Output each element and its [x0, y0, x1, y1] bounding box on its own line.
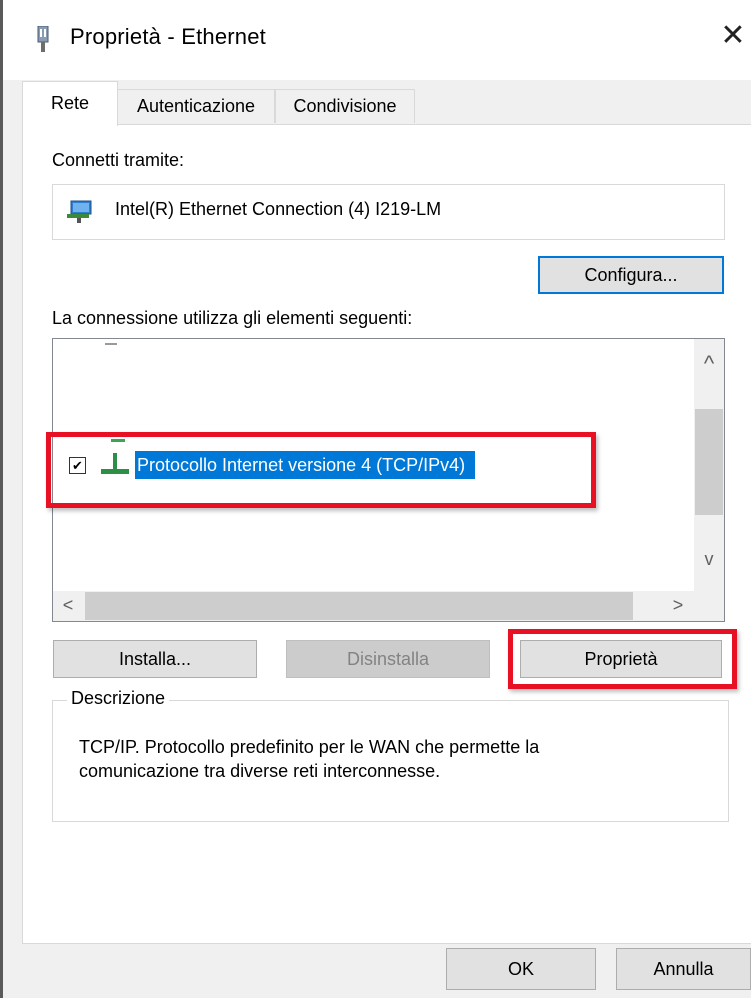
description-legend: Descrizione	[67, 688, 170, 709]
scroll-left-icon[interactable]: <	[53, 595, 83, 616]
vertical-scroll-thumb[interactable]	[695, 409, 723, 515]
tab-autenticazione[interactable]: Autenticazione	[117, 89, 275, 123]
tab-condivisione[interactable]: Condivisione	[275, 89, 415, 123]
window-title: Proprietà - Ethernet	[70, 24, 266, 49]
window-left-edge	[0, 0, 3, 998]
connect-using-label: Connetti tramite:	[52, 150, 185, 170]
title-bar[interactable]: Proprietà - Ethernet ✕	[3, 0, 751, 80]
description-line-2: comunicazione tra diverse reti interconn…	[79, 761, 441, 781]
configure-button[interactable]: Configura...	[538, 256, 724, 294]
description-text: TCP/IP. Protocollo predefinito per le WA…	[79, 735, 699, 783]
description-line-1: TCP/IP. Protocollo predefinito per le WA…	[79, 737, 540, 757]
close-icon[interactable]: ✕	[715, 18, 751, 54]
network-adapter-icon	[67, 200, 92, 223]
adapter-name: Intel(R) Ethernet Connection (4) I219-LM	[115, 199, 442, 219]
scroll-up-icon[interactable]: ^	[694, 351, 724, 377]
uninstall-button: Disinstalla	[286, 640, 490, 678]
tab-rete[interactable]: Rete	[22, 81, 118, 126]
horizontal-scrollbar[interactable]: < >	[53, 591, 694, 621]
adapter-field: Intel(R) Ethernet Connection (4) I219-LM	[52, 184, 725, 240]
install-button[interactable]: Installa...	[53, 640, 257, 678]
scrollbar-corner	[694, 591, 724, 621]
description-group: Descrizione TCP/IP. Protocollo predefini…	[52, 688, 729, 822]
cancel-button[interactable]: Annulla	[616, 948, 751, 990]
vertical-scrollbar[interactable]: ^ v	[694, 339, 724, 591]
ethernet-plug-icon	[37, 26, 49, 52]
annotation-highlight-properties	[508, 629, 737, 689]
items-label: La connessione utilizza gli elementi seg…	[52, 308, 413, 328]
list-item-fragment	[105, 343, 117, 345]
scroll-right-icon[interactable]: >	[663, 595, 693, 616]
ok-button[interactable]: OK	[446, 948, 596, 990]
annotation-highlight-ipv4	[46, 432, 596, 508]
scroll-down-icon[interactable]: v	[694, 549, 724, 570]
horizontal-scroll-thumb[interactable]	[85, 592, 633, 620]
